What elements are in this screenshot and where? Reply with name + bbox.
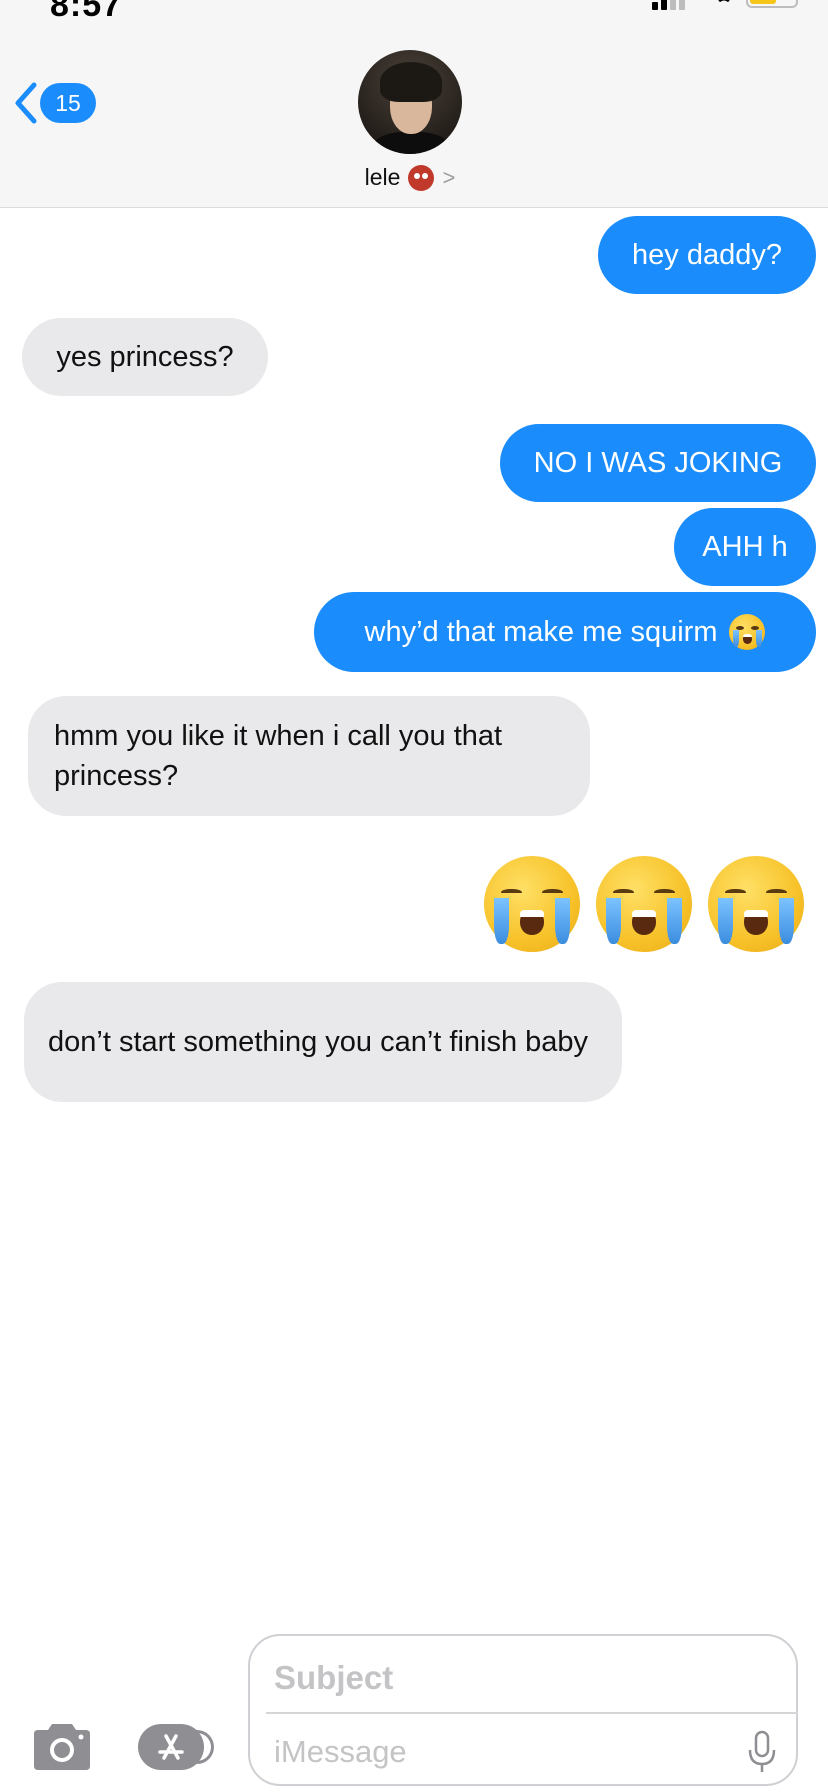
message-received[interactable]: hmm you like it when i call you that pri… — [28, 696, 590, 816]
unread-count-badge: 15 — [40, 83, 96, 123]
message-sent[interactable]: hey daddy? — [598, 216, 816, 294]
message-received[interactable]: yes princess? — [22, 318, 268, 396]
chevron-left-icon — [15, 82, 37, 124]
oni-mask-icon — [408, 164, 435, 191]
chevron-right-icon: > — [442, 164, 456, 190]
message-sent[interactable]: why’d that make me squirm — [314, 592, 816, 672]
compose-divider — [266, 1712, 798, 1714]
loudly-crying-face-icon — [484, 856, 580, 952]
emoji-message[interactable] — [484, 856, 810, 952]
signal-bar — [670, 0, 676, 10]
message-text: yes princess? — [56, 341, 234, 373]
camera-icon[interactable] — [30, 1722, 94, 1772]
microphone-icon[interactable] — [746, 1730, 778, 1774]
battery-icon — [746, 0, 798, 8]
signal-bar — [652, 2, 658, 10]
contact-name-row: lele > — [364, 164, 456, 191]
message-sent[interactable]: NO I WAS JOKING — [500, 424, 816, 502]
imessage-conversation-screen: 8:57 15 lele > hey daddy? yes princess? … — [0, 0, 828, 1792]
message-text: hey daddy? — [632, 239, 782, 271]
signal-bar — [661, 0, 667, 10]
battery-fill — [750, 0, 776, 4]
wifi-icon — [718, 0, 730, 3]
message-text: hmm you like it when i call you that pri… — [54, 720, 503, 792]
message-text: don’t start something you can’t finish b… — [48, 1026, 589, 1058]
avatar — [358, 50, 462, 154]
status-time: 8:57 — [50, 0, 123, 24]
app-store-button[interactable] — [138, 1724, 214, 1770]
contact-info-button[interactable]: lele > — [340, 50, 480, 191]
loudly-crying-face-icon — [596, 856, 692, 952]
imessage-input[interactable] — [274, 1726, 734, 1778]
loudly-crying-face-icon — [729, 614, 766, 650]
message-sent[interactable]: AHH h — [674, 508, 816, 586]
message-text: AHH h — [702, 531, 788, 563]
loudly-crying-face-icon — [708, 856, 804, 952]
signal-bar — [679, 0, 685, 10]
message-text: NO I WAS JOKING — [533, 447, 783, 479]
compose-box — [248, 1634, 798, 1786]
back-button[interactable]: 15 — [12, 80, 102, 126]
subject-input[interactable] — [274, 1650, 774, 1706]
app-store-icon — [138, 1724, 204, 1770]
status-icons — [652, 0, 802, 10]
message-received[interactable]: don’t start something you can’t finish b… — [24, 982, 622, 1102]
message-text: why’d that make me squirm — [364, 616, 718, 648]
conversation-header: 8:57 15 lele > — [0, 0, 828, 208]
contact-name: lele — [364, 164, 401, 190]
